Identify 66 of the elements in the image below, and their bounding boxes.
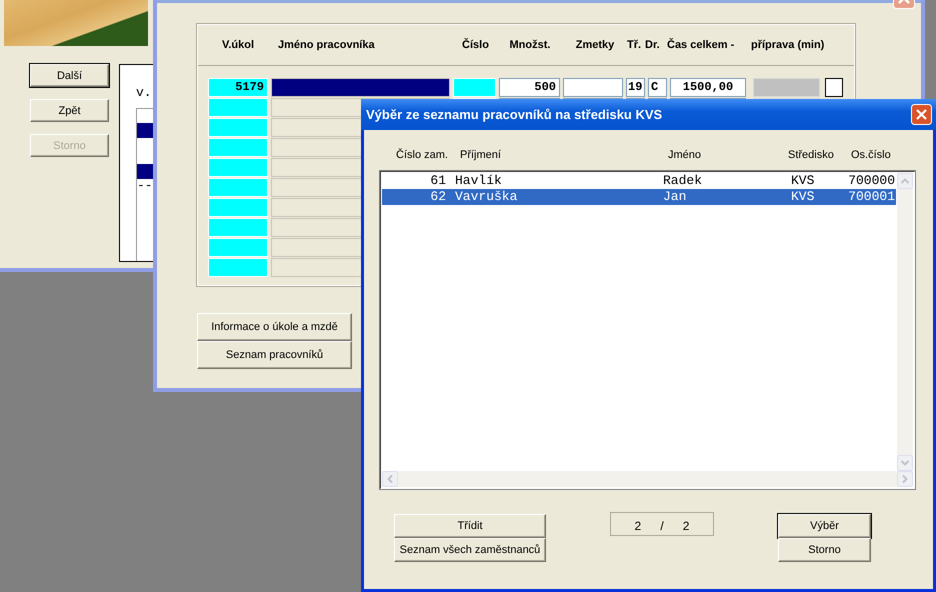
list-row[interactable]: 62 Vavruška Jan KVS 700001 <box>382 189 896 205</box>
panel-label: v. <box>136 85 152 100</box>
checkbox[interactable] <box>825 78 843 97</box>
time-cell[interactable]: 1500,00 <box>670 78 746 97</box>
quantity-cell[interactable]: 500 <box>499 78 560 97</box>
column-header: Jméno pracovníka <box>277 39 376 51</box>
task-cell[interactable] <box>208 98 268 117</box>
column-header: Tř. <box>627 39 642 51</box>
page-total: 2 <box>682 519 690 533</box>
column-header: Os.číslo <box>851 149 891 161</box>
column-header: Jméno <box>668 149 702 161</box>
scroll-left-icon[interactable] <box>382 471 398 487</box>
task-cell[interactable] <box>208 158 268 177</box>
task-cell[interactable]: 5179 <box>208 78 268 97</box>
grade-cell[interactable]: C <box>648 78 667 97</box>
personal-number: 700000 <box>847 173 895 189</box>
centre-text: KVS <box>791 189 816 205</box>
name-text: Radek <box>663 173 704 189</box>
window-button[interactable]: Seznam pracovníků <box>197 341 352 369</box>
surname-text: Vavruška <box>455 189 518 205</box>
personal-number: 700001 <box>847 189 895 205</box>
task-cell[interactable] <box>208 118 268 137</box>
column-header: V.úkol <box>221 39 255 51</box>
column-header: příprava (min) <box>751 39 826 51</box>
window-button[interactable]: Další <box>30 64 109 87</box>
scroll-right-icon[interactable] <box>897 471 913 487</box>
column-header: Číslo zam. <box>396 149 448 161</box>
name-text: Jan <box>663 189 688 205</box>
window-button[interactable]: Informace o úkole a mzdě <box>197 313 352 341</box>
task-cell[interactable] <box>208 198 268 217</box>
scroll-up-icon[interactable] <box>897 173 913 189</box>
employee-number: 61 <box>429 173 446 189</box>
column-header: Množst. <box>508 39 552 51</box>
dialog-title: Výběr ze seznamu pracovníků na středisku KVS <box>366 107 662 122</box>
vertical-scrollbar[interactable] <box>897 173 913 471</box>
task-cell[interactable] <box>208 178 268 197</box>
column-header: Číslo <box>461 39 490 51</box>
rejects-cell[interactable] <box>563 78 623 97</box>
dialog-button[interactable]: Třídit <box>394 514 546 538</box>
dialog-button[interactable]: Storno <box>778 538 871 562</box>
task-cell[interactable] <box>208 258 268 277</box>
column-header: Čas celkem - <box>667 39 736 51</box>
page-separator: / <box>660 519 664 533</box>
column-header: Příjmení <box>460 149 501 161</box>
column-header: Dr. <box>645 39 661 51</box>
window-button[interactable]: Zpět <box>30 99 109 122</box>
task-cell[interactable] <box>208 138 268 157</box>
dialog-button[interactable]: Seznam všech zaměstnanců <box>394 538 546 562</box>
class-cell[interactable]: 19 <box>626 78 645 97</box>
worker-cell[interactable] <box>271 78 450 97</box>
list-row[interactable]: 61 Havlík Radek KVS 700000 <box>382 173 896 189</box>
task-cell[interactable] <box>208 218 268 237</box>
dash-text: -- <box>137 179 153 193</box>
page-current: 2 <box>634 519 642 533</box>
employee-number: 62 <box>429 189 446 205</box>
column-header: Zmetky <box>574 39 616 51</box>
task-cell[interactable] <box>208 238 268 257</box>
horizontal-scrollbar[interactable] <box>382 471 913 487</box>
column-header: Středisko <box>788 149 834 161</box>
surname-text: Havlík <box>455 173 503 189</box>
close-icon[interactable] <box>911 104 932 125</box>
number-cell[interactable] <box>453 78 496 97</box>
dialog-button[interactable]: Výběr <box>778 514 871 538</box>
scroll-down-icon[interactable] <box>897 455 913 471</box>
prep-cell[interactable] <box>753 78 820 97</box>
centre-text: KVS <box>791 173 816 189</box>
